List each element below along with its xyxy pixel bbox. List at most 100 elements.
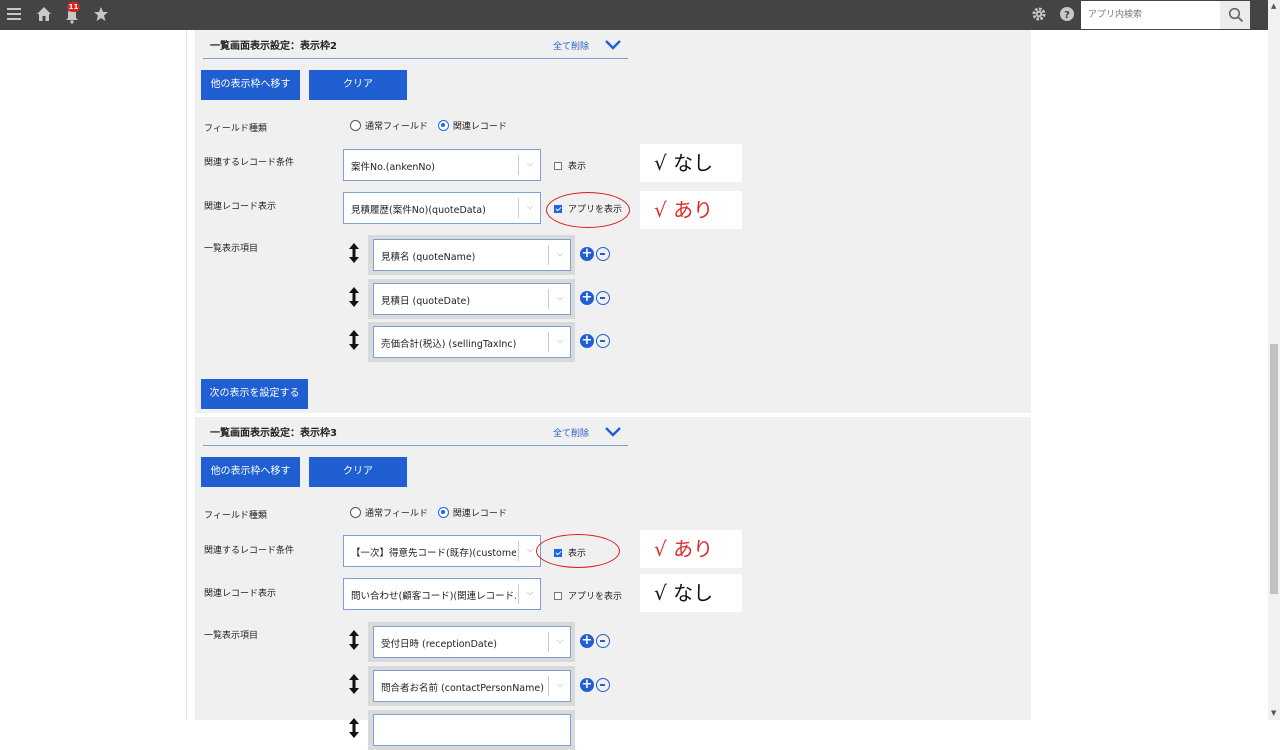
app-display-checkbox[interactable] bbox=[554, 591, 562, 600]
list-item-select-wrap: 売価合計(税込) (sellingTaxInc) ⌵ bbox=[368, 322, 575, 362]
page-scrollbar[interactable]: ▲ ▼ bbox=[1268, 0, 1280, 720]
panel-header: 一覧画面表示設定：表示枠3 全て削除 bbox=[203, 417, 628, 446]
chevron-down-icon: ⌵ bbox=[557, 636, 564, 645]
drag-handle-icon[interactable] bbox=[348, 330, 360, 350]
add-item-icon[interactable]: + bbox=[580, 334, 594, 348]
add-item-icon[interactable]: + bbox=[580, 247, 594, 261]
related-condition-label: 関連するレコード条件 bbox=[204, 158, 295, 168]
radio-related-record[interactable] bbox=[437, 507, 449, 518]
svg-text:?: ? bbox=[1064, 10, 1070, 21]
select-separator bbox=[518, 584, 519, 604]
radio-related-record[interactable] bbox=[437, 120, 449, 131]
radio-normal-field[interactable] bbox=[350, 507, 361, 518]
select-value: 問い合わせ(顧客コード)(関連レコード… bbox=[351, 591, 516, 602]
clear-button[interactable]: クリア bbox=[309, 457, 407, 487]
drag-handle-icon[interactable] bbox=[348, 630, 360, 650]
app-display-label: アプリを表示 bbox=[568, 592, 623, 602]
select-separator bbox=[548, 332, 549, 352]
radio-normal-label: 通常フィールド bbox=[365, 509, 428, 519]
panel-header: 一覧画面表示設定：表示枠2 全て削除 bbox=[203, 30, 628, 59]
condition-display-label: 表示 bbox=[568, 162, 587, 172]
clear-button[interactable]: クリア bbox=[309, 70, 407, 100]
list-item-select[interactable] bbox=[373, 714, 571, 746]
star-icon[interactable] bbox=[93, 6, 109, 24]
remove-item-icon[interactable] bbox=[596, 634, 610, 648]
list-items-label: 一覧表示項目 bbox=[204, 244, 259, 254]
annotation-related: √ あり bbox=[640, 191, 742, 229]
add-item-icon[interactable]: + bbox=[580, 678, 594, 692]
select-separator bbox=[548, 676, 549, 696]
home-icon[interactable] bbox=[36, 6, 52, 24]
chevron-down-icon[interactable] bbox=[603, 424, 623, 438]
app-display-checkbox-row: アプリを表示 bbox=[554, 589, 622, 602]
highlight-ellipse bbox=[546, 192, 630, 228]
list-item-select[interactable]: 売価合計(税込) (sellingTaxInc) ⌵ bbox=[373, 326, 571, 358]
chevron-down-icon: ⌵ bbox=[557, 293, 564, 302]
remove-item-icon[interactable] bbox=[596, 291, 610, 305]
radio-normal-field[interactable] bbox=[350, 120, 361, 131]
chevron-down-icon: ⌵ bbox=[557, 336, 564, 345]
list-item-select[interactable]: 問合者お名前 (contactPersonName) ⌵ bbox=[373, 670, 571, 702]
panel-title: 一覧画面表示設定：表示枠3 bbox=[210, 428, 337, 439]
drag-handle-icon[interactable] bbox=[348, 287, 360, 307]
menu-icon[interactable] bbox=[6, 6, 22, 24]
move-to-other-frame-button[interactable]: 他の表示枠へ移す bbox=[201, 457, 300, 487]
gear-icon[interactable] bbox=[1031, 6, 1047, 24]
display-frame-panel-3: 一覧画面表示設定：表示枠3 全て削除 他の表示枠へ移す クリア フィールド種類 … bbox=[195, 417, 1031, 750]
chevron-down-icon: ⌵ bbox=[527, 202, 534, 211]
delete-all-link[interactable]: 全て削除 bbox=[553, 39, 589, 52]
next-display-button[interactable]: 次の表示を設定する bbox=[201, 379, 308, 409]
list-item-select[interactable]: 見積日 (quoteDate) ⌵ bbox=[373, 283, 571, 315]
chevron-down-icon[interactable] bbox=[603, 37, 623, 51]
highlight-ellipse bbox=[536, 534, 620, 568]
scroll-up-icon[interactable]: ▲ bbox=[1271, 2, 1276, 10]
content-divider bbox=[186, 30, 187, 720]
related-display-select[interactable]: 問い合わせ(顧客コード)(関連レコード… ⌵ bbox=[343, 578, 541, 610]
scroll-thumb[interactable] bbox=[1270, 344, 1278, 594]
remove-item-icon[interactable] bbox=[596, 334, 610, 348]
remove-item-icon[interactable] bbox=[596, 247, 610, 261]
chevron-down-icon: ⌵ bbox=[527, 545, 534, 554]
list-item-select-wrap: 受付日時 (receptionDate) ⌵ bbox=[368, 622, 575, 662]
select-value: 見積日 (quoteDate) bbox=[381, 296, 471, 307]
field-type-radio-group: 通常フィールド 関連レコード bbox=[350, 119, 507, 132]
search-button[interactable] bbox=[1220, 1, 1250, 29]
chevron-down-icon: ⌵ bbox=[557, 680, 564, 689]
delete-all-link[interactable]: 全て削除 bbox=[553, 426, 589, 439]
select-value: 見積履歴(案件No)(quoteData) bbox=[351, 205, 486, 216]
add-item-icon[interactable]: + bbox=[580, 634, 594, 648]
select-separator bbox=[548, 245, 549, 265]
add-item-icon[interactable]: + bbox=[580, 291, 594, 305]
select-separator bbox=[518, 541, 519, 561]
list-item-select[interactable]: 受付日時 (receptionDate) ⌵ bbox=[373, 626, 571, 658]
scroll-down-icon[interactable]: ▼ bbox=[1271, 709, 1276, 717]
display-frame-panel-2: 一覧画面表示設定：表示枠2 全て削除 他の表示枠へ移す クリア フィールド種類 … bbox=[195, 30, 1031, 413]
field-type-radio-group: 通常フィールド 関連レコード bbox=[350, 506, 507, 519]
field-type-label: フィールド種類 bbox=[204, 124, 267, 134]
condition-display-checkbox[interactable] bbox=[554, 161, 562, 170]
list-item-row: 問合者お名前 (contactPersonName) ⌵ + bbox=[348, 666, 618, 706]
notification-badge: 11 bbox=[67, 2, 80, 12]
annotation-related: √ なし bbox=[640, 574, 742, 612]
help-icon[interactable]: ? bbox=[1059, 6, 1075, 24]
search-icon bbox=[1228, 7, 1244, 26]
drag-handle-icon[interactable] bbox=[348, 674, 360, 694]
list-item-row: 売価合計(税込) (sellingTaxInc) ⌵ + bbox=[348, 322, 618, 362]
related-condition-select[interactable]: 【一次】得意先コード(既存)(custome… ⌵ bbox=[343, 535, 541, 567]
condition-display-checkbox-row: 表示 bbox=[554, 159, 586, 172]
select-value: 問合者お名前 (contactPersonName) bbox=[381, 683, 544, 694]
list-item-select[interactable]: 見積名 (quoteName) ⌵ bbox=[373, 239, 571, 271]
drag-handle-icon[interactable] bbox=[348, 718, 360, 738]
move-to-other-frame-button[interactable]: 他の表示枠へ移す bbox=[201, 70, 300, 100]
select-value: 【一次】得意先コード(既存)(custome… bbox=[351, 548, 516, 559]
annotation-condition: √ あり bbox=[640, 530, 742, 568]
chevron-down-icon: ⌵ bbox=[527, 159, 534, 168]
remove-item-icon[interactable] bbox=[596, 678, 610, 692]
drag-handle-icon[interactable] bbox=[348, 243, 360, 263]
top-bar: 11 ? bbox=[0, 0, 1268, 30]
panel-title: 一覧画面表示設定：表示枠2 bbox=[210, 41, 337, 52]
list-item-select-wrap bbox=[368, 710, 575, 750]
related-display-select[interactable]: 見積履歴(案件No)(quoteData) ⌵ bbox=[343, 192, 541, 224]
app-search-input[interactable] bbox=[1081, 1, 1220, 29]
related-condition-select[interactable]: 案件No.(ankenNo) ⌵ bbox=[343, 149, 541, 181]
